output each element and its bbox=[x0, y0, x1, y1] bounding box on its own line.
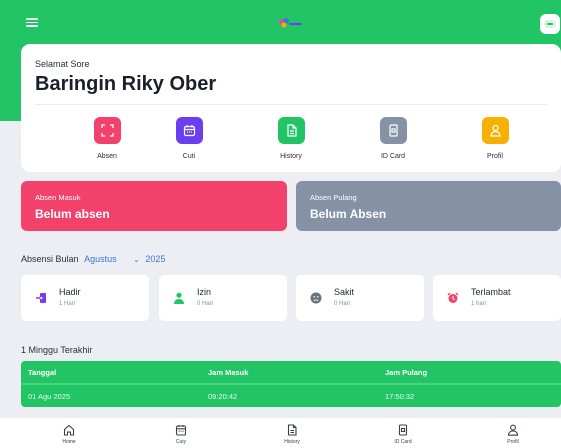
stat-name: Sakit bbox=[334, 287, 355, 297]
nav-id-card[interactable]: ID Card bbox=[373, 424, 433, 445]
nav-home[interactable]: Home bbox=[39, 424, 99, 445]
menu-label: History bbox=[280, 153, 302, 160]
person-icon bbox=[173, 291, 185, 304]
table-cell-check-in: 09:20:42 bbox=[208, 392, 238, 401]
calendar-icon bbox=[175, 425, 187, 436]
document-icon bbox=[287, 424, 297, 436]
check-in-card[interactable]: Absen Masuk Belum absen bbox=[21, 181, 287, 231]
nav-label: Home bbox=[62, 439, 76, 445]
stat-terlambat: Terlambat 1 hari bbox=[433, 275, 561, 321]
column-header: Jam Pulang bbox=[385, 368, 428, 377]
chevron-down-icon[interactable]: ⌄ bbox=[133, 255, 140, 264]
nav-label: ID Card bbox=[394, 439, 412, 445]
scan-icon bbox=[93, 117, 121, 144]
menu-item-absen[interactable]: Absen bbox=[67, 117, 147, 160]
user-icon bbox=[481, 117, 509, 144]
divider bbox=[35, 104, 547, 105]
id-card-icon bbox=[398, 424, 408, 436]
nav-profil[interactable]: Profil bbox=[483, 424, 543, 445]
check-out-title: Absen Pulang bbox=[310, 193, 357, 202]
id-card-icon bbox=[379, 117, 407, 144]
table-header: Tanggal Jam Masuk Jam Pulang bbox=[21, 361, 561, 383]
menu-item-id-card[interactable]: ID Card bbox=[353, 117, 433, 160]
menu-label: Absen bbox=[97, 153, 117, 160]
nav-history[interactable]: History bbox=[262, 424, 322, 445]
stat-name: Izin bbox=[197, 287, 212, 297]
stat-name: Hadir bbox=[59, 287, 81, 297]
user-icon bbox=[507, 424, 519, 436]
check-in-title: Absen Masuk bbox=[35, 193, 81, 202]
check-out-value: Belum Absen bbox=[310, 207, 387, 221]
stat-count: 0 Hari bbox=[197, 301, 214, 307]
avatar-icon[interactable] bbox=[540, 14, 560, 34]
nav-label: Profil bbox=[507, 439, 519, 445]
table-cell-check-out: 17:50:32 bbox=[385, 392, 415, 401]
greeting-card: Selamat Sore Baringin Riky Ober Absen Cu… bbox=[21, 44, 561, 172]
quick-menu: Absen Cuti History ID Card Profil bbox=[21, 117, 561, 167]
user-name: Baringin Riky Ober bbox=[35, 73, 217, 95]
login-icon bbox=[35, 291, 47, 303]
column-header: Tanggal bbox=[28, 368, 57, 377]
check-in-value: Belum absen bbox=[35, 207, 110, 221]
menu-label: Profil bbox=[487, 153, 503, 160]
menu-label: Cuti bbox=[182, 153, 196, 160]
alarm-icon bbox=[447, 291, 459, 303]
top-bar bbox=[0, 0, 561, 44]
menu-item-history[interactable]: History bbox=[251, 117, 331, 160]
recent-table: Tanggal Jam Masuk Jam Pulang 01 Agu 2025… bbox=[21, 361, 561, 407]
table-cell-date: 01 Agu 2025 bbox=[28, 392, 71, 401]
check-out-card[interactable]: Absen Pulang Belum Absen bbox=[296, 181, 561, 231]
calendar-icon bbox=[175, 117, 203, 144]
menu-item-profil[interactable]: Profil bbox=[455, 117, 535, 160]
bottom-nav: Home Cuty History ID Card Profil bbox=[0, 418, 561, 448]
stat-count: 1 hari bbox=[471, 301, 487, 307]
stat-hadir: Hadir 1 Hari bbox=[21, 275, 149, 321]
home-icon bbox=[63, 424, 75, 436]
nav-label: Cuty bbox=[175, 439, 187, 445]
stat-count: 1 Hari bbox=[59, 301, 76, 307]
menu-item-cuti[interactable]: Cuti bbox=[149, 117, 229, 160]
table-row[interactable]: 01 Agu 2025 09:20:42 17:50:32 bbox=[21, 385, 561, 407]
stat-sakit: Sakit 0 Hari bbox=[296, 275, 424, 321]
stat-name: Terlambat bbox=[471, 287, 511, 297]
year-select[interactable]: 2025 bbox=[145, 254, 165, 264]
sad-face-icon bbox=[310, 291, 322, 304]
greeting-label: Selamat Sore bbox=[35, 59, 90, 69]
recent-title: 1 Minggu Terakhir bbox=[21, 345, 93, 355]
month-select[interactable]: Agustus bbox=[84, 254, 117, 264]
column-header: Jam Masuk bbox=[208, 368, 249, 377]
app-logo bbox=[276, 16, 304, 28]
nav-cuty[interactable]: Cuty bbox=[151, 424, 211, 445]
document-icon bbox=[277, 117, 305, 144]
menu-label: ID Card bbox=[380, 153, 406, 160]
hamburger-icon[interactable] bbox=[26, 18, 38, 27]
stat-izin: Izin 0 Hari bbox=[159, 275, 287, 321]
month-filter: Absensi Bulan Agustus ⌄ 2025 bbox=[21, 254, 165, 264]
month-filter-label: Absensi Bulan bbox=[21, 254, 79, 264]
stat-count: 0 Hari bbox=[334, 301, 351, 307]
nav-label: History bbox=[284, 439, 300, 445]
